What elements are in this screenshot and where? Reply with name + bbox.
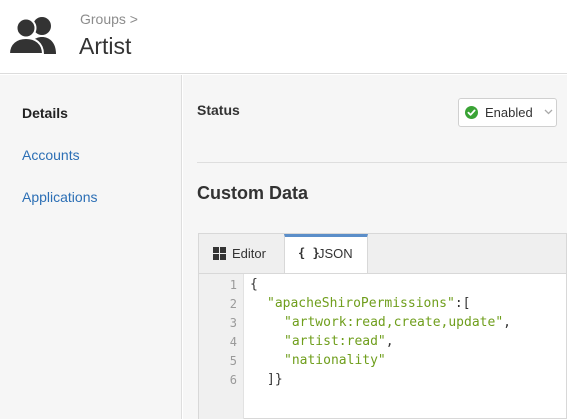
editor-tab-bar: Editor { } JSON: [198, 233, 567, 275]
code-line: ]}: [267, 372, 283, 387]
sidebar: Details Accounts Applications: [0, 75, 182, 419]
line-number: 3: [229, 316, 237, 330]
tab-editor[interactable]: Editor: [199, 234, 284, 274]
line-number: 5: [229, 354, 237, 368]
code-value: "artist:read": [284, 334, 386, 349]
code-close: ]}: [267, 372, 283, 387]
code-line: "artwork:read,create,update",: [284, 315, 511, 330]
tab-json[interactable]: { } JSON: [284, 234, 368, 275]
json-code-editor[interactable]: 1 2 3 4 5 6 { "apacheShiroPermissions":[…: [198, 273, 567, 419]
check-circle-icon: [465, 106, 478, 119]
code-line: {: [250, 277, 258, 292]
page-title: Artist: [79, 33, 132, 59]
line-number: 2: [229, 297, 237, 311]
code-value: "artwork:read,create,update": [284, 315, 504, 330]
status-selected-value: Enabled: [485, 105, 533, 120]
code-line: "artist:read",: [284, 334, 394, 349]
sidebar-item-accounts[interactable]: Accounts: [22, 147, 80, 163]
line-number: 1: [229, 278, 237, 292]
braces-icon: { }: [298, 246, 320, 260]
tab-editor-label: Editor: [232, 246, 266, 261]
code-key: "apacheShiroPermissions": [267, 296, 455, 311]
code-key-suffix: :[: [454, 296, 471, 311]
users-group-icon: [8, 17, 56, 54]
line-number-gutter: 1 2 3 4 5 6: [199, 274, 244, 419]
code-value: "nationality": [284, 353, 386, 368]
section-divider: [197, 162, 567, 163]
tab-json-label: JSON: [318, 246, 353, 261]
grid-icon: [213, 247, 226, 260]
chevron-down-icon: [544, 109, 553, 115]
sidebar-item-applications[interactable]: Applications: [22, 189, 98, 205]
breadcrumb-groups[interactable]: Groups >: [80, 11, 138, 27]
line-number: 6: [229, 373, 237, 387]
code-comma: ,: [503, 315, 511, 330]
page-header: Groups > Artist: [0, 0, 567, 74]
line-number: 4: [229, 335, 237, 349]
main-panel: Status Enabled Custom Data Editor { } JS…: [183, 75, 567, 419]
custom-data-title: Custom Data: [197, 183, 309, 203]
code-line: "apacheShiroPermissions":[: [267, 296, 471, 311]
sidebar-item-details[interactable]: Details: [22, 105, 68, 121]
code-open-brace: {: [250, 277, 258, 292]
code-line: "nationality": [284, 353, 386, 368]
code-comma: ,: [385, 334, 394, 349]
status-label: Status: [197, 102, 240, 118]
status-dropdown[interactable]: Enabled: [458, 98, 557, 127]
